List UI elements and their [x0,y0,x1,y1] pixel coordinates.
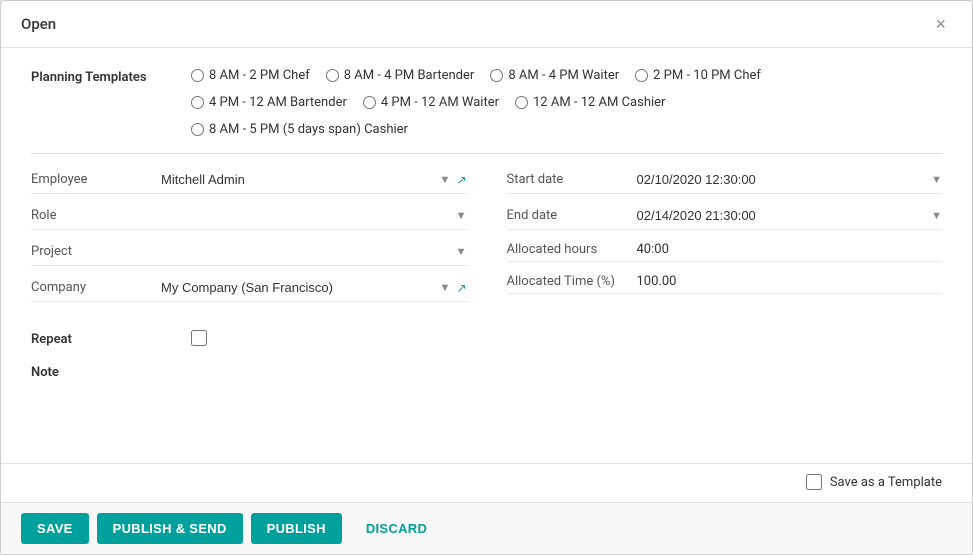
end-date-dropdown-arrow[interactable]: ▼ [931,209,942,222]
form-left: Employee ▼ ↗ Role ▼ Project [31,170,467,314]
repeat-label: Repeat [31,330,191,347]
company-label: Company [31,280,161,295]
end-date-input[interactable] [637,206,928,225]
form-right: Start date ▼ End date ▼ Allocated hours [507,170,943,314]
publish-send-button[interactable]: PUBLISH & SEND [97,513,243,544]
form-section: Employee ▼ ↗ Role ▼ Project [31,170,942,314]
template-option-4[interactable]: 2 PM - 10 PM Chef [635,68,761,83]
note-textarea[interactable] [191,363,942,423]
employee-external-link-icon[interactable]: ↗ [456,173,466,187]
publish-button[interactable]: PUBLISH [251,513,342,544]
start-date-input-wrap: ▼ [637,170,943,189]
project-row: Project ▼ [31,242,467,266]
project-dropdown-arrow[interactable]: ▼ [456,245,467,258]
end-date-row: End date ▼ [507,206,943,230]
discard-button[interactable]: DISCARD [350,513,443,544]
company-dropdown-arrow[interactable]: ▼ [440,281,451,294]
role-dropdown-arrow[interactable]: ▼ [456,209,467,222]
note-section: Note [31,363,942,423]
template-option-1[interactable]: 8 AM - 2 PM Chef [191,68,310,83]
employee-label: Employee [31,172,161,187]
modal-dialog: Open × Planning Templates 8 AM - 2 PM Ch… [0,0,973,555]
divider [31,153,942,154]
role-input[interactable] [161,206,452,225]
employee-input[interactable] [161,170,436,189]
role-row: Role ▼ [31,206,467,230]
template-label-4: 2 PM - 10 PM Chef [653,68,761,83]
template-option-2[interactable]: 8 AM - 4 PM Bartender [326,68,475,83]
template-option-3[interactable]: 8 AM - 4 PM Waiter [490,68,619,83]
bottom-section: Save as a Template [1,463,972,502]
allocated-hours-row: Allocated hours 40:00 [507,242,943,262]
template-label-8: 8 AM - 5 PM (5 days span) Cashier [209,122,408,137]
template-option-8[interactable]: 8 AM - 5 PM (5 days span) Cashier [191,122,408,137]
save-template-wrap: Save as a Template [806,474,942,490]
repeat-section: Repeat [31,330,942,347]
allocated-hours-label: Allocated hours [507,242,637,257]
template-label-6: 4 PM - 12 AM Waiter [381,95,499,110]
template-option-5[interactable]: 4 PM - 12 AM Bartender [191,95,347,110]
close-button[interactable]: × [929,13,952,35]
employee-row: Employee ▼ ↗ [31,170,467,194]
role-label: Role [31,208,161,223]
employee-dropdown-arrow[interactable]: ▼ [440,173,451,186]
save-button[interactable]: SAVE [21,513,89,544]
template-label-2: 8 AM - 4 PM Bartender [344,68,475,83]
company-row: Company ▼ ↗ [31,278,467,302]
employee-input-wrap: ▼ ↗ [161,170,467,189]
repeat-checkbox[interactable] [191,330,207,346]
company-external-link-icon[interactable]: ↗ [456,281,466,295]
save-template-label: Save as a Template [830,475,942,490]
template-label-3: 8 AM - 4 PM Waiter [508,68,619,83]
template-option-6[interactable]: 4 PM - 12 AM Waiter [363,95,499,110]
template-option-7[interactable]: 12 AM - 12 AM Cashier [515,95,665,110]
planning-templates-label: Planning Templates [31,68,191,85]
modal-footer: SAVE PUBLISH & SEND PUBLISH DISCARD [1,502,972,554]
template-label-5: 4 PM - 12 AM Bartender [209,95,347,110]
start-date-dropdown-arrow[interactable]: ▼ [931,173,942,186]
save-template-checkbox[interactable] [806,474,822,490]
role-input-wrap: ▼ [161,206,467,225]
company-input[interactable] [161,278,436,297]
company-input-wrap: ▼ ↗ [161,278,467,297]
allocated-time-label: Allocated Time (%) [507,274,637,289]
modal-title: Open [21,15,56,33]
note-label: Note [31,363,191,380]
modal-body: Planning Templates 8 AM - 2 PM Chef 8 AM… [1,48,972,463]
allocated-time-row: Allocated Time (%) 100.00 [507,274,943,294]
start-date-input[interactable] [637,170,928,189]
project-label: Project [31,244,161,259]
start-date-row: Start date ▼ [507,170,943,194]
project-input[interactable] [161,242,452,261]
start-date-label: Start date [507,172,637,187]
end-date-input-wrap: ▼ [637,206,943,225]
templates-options-group: 8 AM - 2 PM Chef 8 AM - 4 PM Bartender 8… [191,68,942,137]
modal-header: Open × [1,1,972,48]
planning-templates-section: Planning Templates 8 AM - 2 PM Chef 8 AM… [31,68,942,137]
allocated-hours-value: 40:00 [637,242,943,257]
end-date-label: End date [507,208,637,223]
template-label-7: 12 AM - 12 AM Cashier [533,95,665,110]
allocated-time-value: 100.00 [637,274,943,289]
project-input-wrap: ▼ [161,242,467,261]
template-label-1: 8 AM - 2 PM Chef [209,68,310,83]
